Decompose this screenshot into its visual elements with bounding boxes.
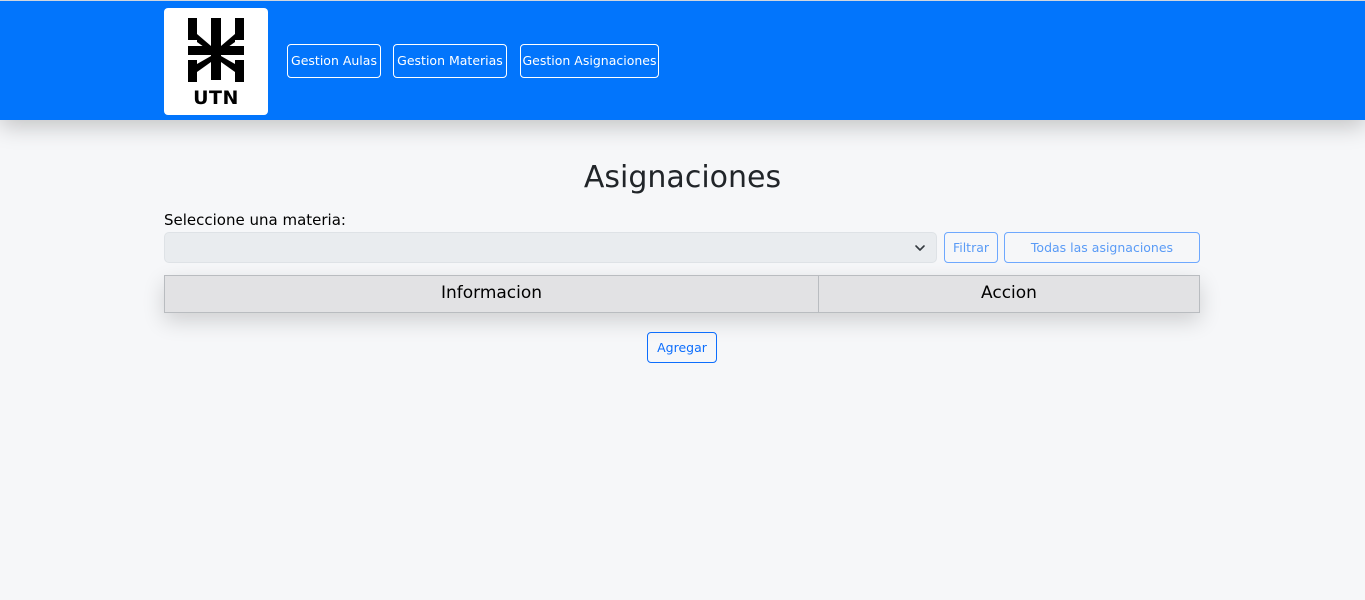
nav-gestion-aulas-button[interactable]: Gestion Aulas — [287, 44, 381, 78]
column-header-accion: Accion — [981, 283, 1037, 303]
filter-button[interactable]: Filtrar — [944, 232, 998, 263]
nav-gestion-materias-button[interactable]: Gestion Materias — [393, 44, 507, 78]
page-title: Asignaciones — [583, 160, 782, 195]
all-assignments-button[interactable]: Todas las asignaciones — [1004, 232, 1200, 263]
logo-text: UTN — [193, 87, 239, 109]
column-header-informacion: Informacion — [165, 276, 819, 312]
utn-logo[interactable]: UTN — [164, 8, 268, 115]
chevron-down-icon — [915, 245, 925, 251]
materia-select-label: Seleccione una materia: — [164, 211, 346, 229]
nav-gestion-asignaciones-button[interactable]: Gestion Asignaciones — [520, 44, 659, 78]
assignments-table: Informacion Accion — [164, 275, 1200, 313]
materia-select[interactable] — [164, 232, 937, 263]
add-button[interactable]: Agregar — [647, 332, 717, 363]
top-navbar: UTN Gestion Aulas Gestion Materias Gesti… — [0, 0, 1365, 120]
utn-emblem-icon — [188, 18, 244, 82]
